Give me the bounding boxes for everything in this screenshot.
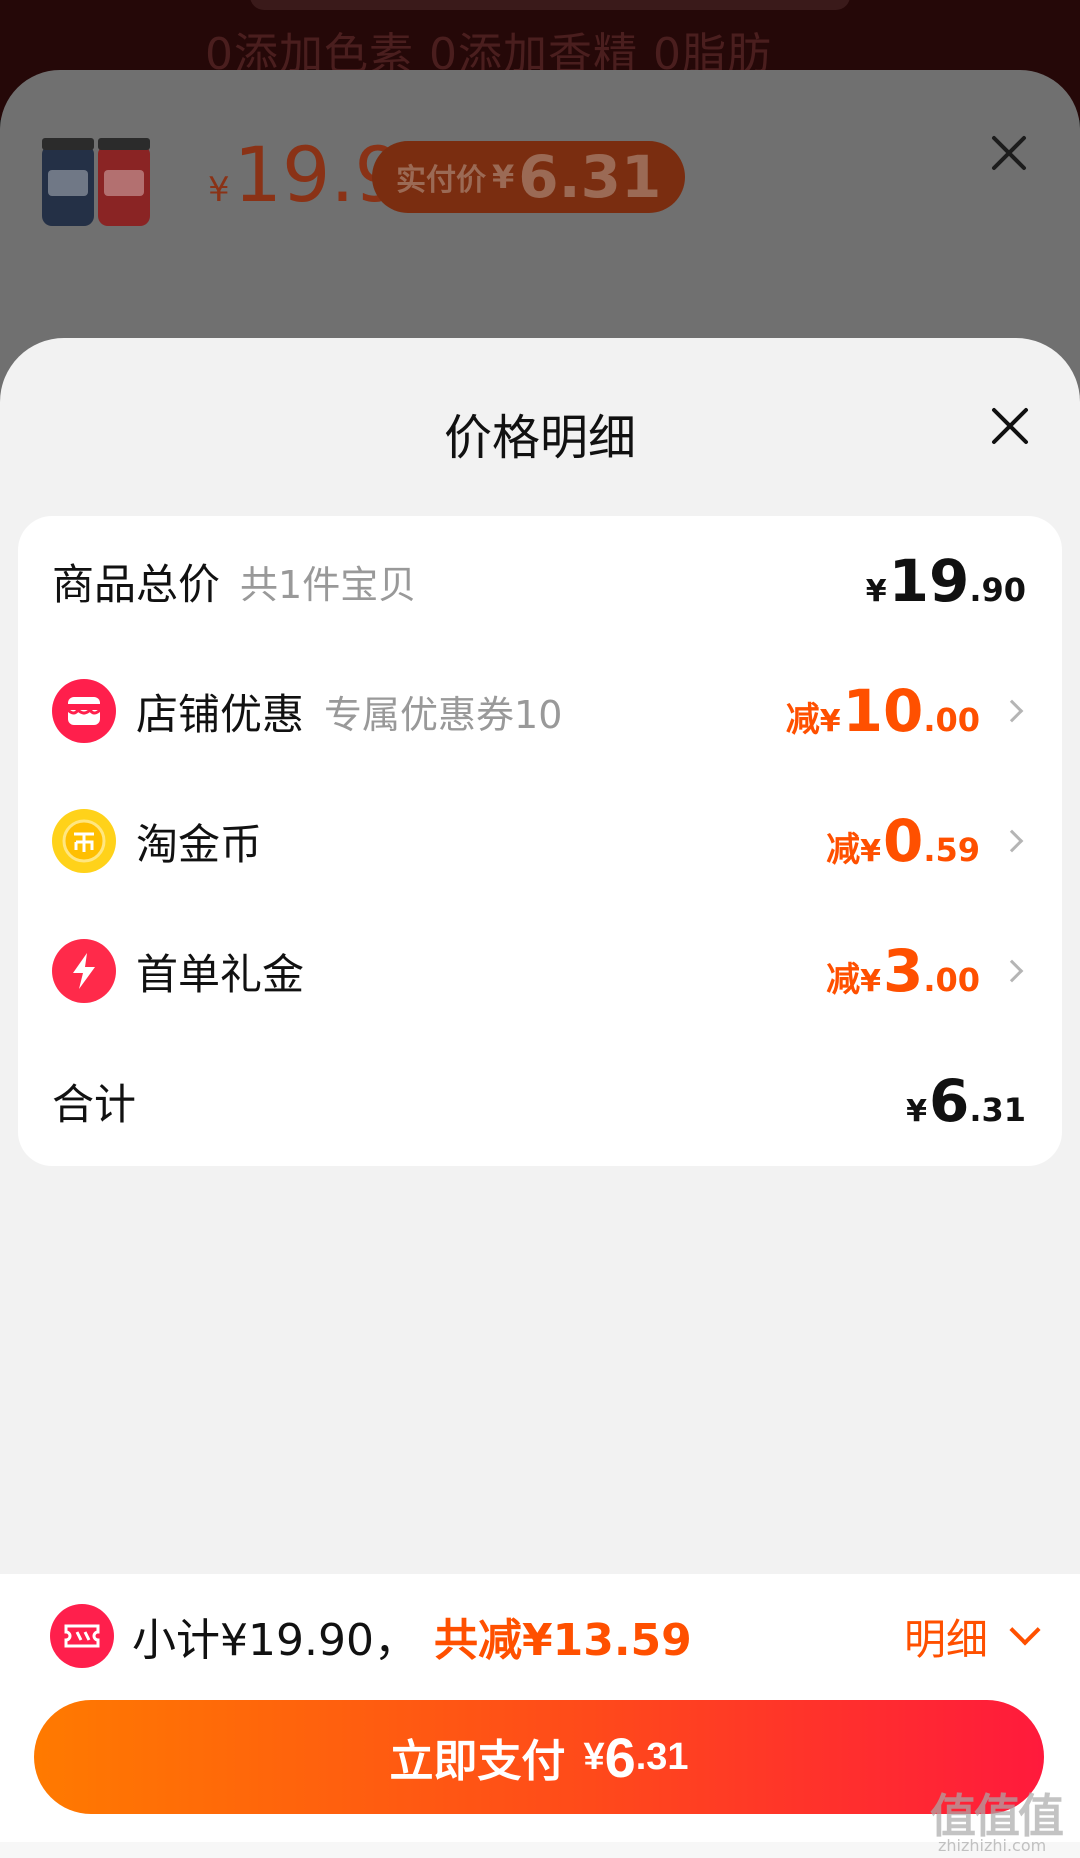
first-order-row[interactable]: 首单礼金 减 ¥ 3 .00 [18,906,1062,1036]
detail-toggle[interactable]: 明细 [903,1600,1041,1672]
total-discount-text: 共减¥13.59 [433,1615,692,1666]
total-price: ¥ 6 .31 [906,1067,1026,1135]
background-badge-strip [250,0,850,10]
close-detail-button[interactable] [984,400,1036,452]
close-icon [992,136,1026,170]
shop-discount-label: 店铺优惠 [136,689,305,739]
goods-count: 共1件宝贝 [240,562,417,607]
shop-discount-row[interactable]: 店铺优惠 专属优惠券10 减 ¥ 10 .00 [18,646,1062,776]
detail-toggle-label: 明细 [903,1614,988,1664]
first-order-label: 首单礼金 [136,949,305,999]
chevron-down-icon [1009,1614,1041,1646]
real-pay-label: 实付价 [396,163,486,198]
product-thumbnail [38,136,156,226]
total-label: 合计 [52,1079,137,1129]
close-product-sheet-button[interactable] [984,128,1034,178]
checkout-bottom-bar: 小计¥19.90， 共减¥13.59 明细 立即支付 ¥ 6 .31 [0,1574,1080,1858]
close-icon [992,408,1028,444]
bottom-edge [0,1842,1080,1858]
subtotal-text: 小计¥19.90， [132,1615,418,1666]
watermark-logo: 值值值 zhizhizhi.com [930,1789,1064,1855]
goods-total-row: 商品总价 共1件宝贝 ¥ 19 .90 [18,516,1062,646]
shop-coupon-desc: 专属优惠券10 [324,692,563,737]
real-pay-price: 6.31 [518,143,662,211]
sheet-title: 价格明细 [443,410,636,466]
goods-total-label: 商品总价 [52,559,221,609]
first-order-amount: 减 ¥ 3 .00 [826,937,980,1005]
coin-discount-row[interactable]: 淘金币 减 ¥ 0 .59 [18,776,1062,906]
pay-now-button[interactable]: 立即支付 ¥ 6 .31 [34,1700,1044,1814]
goods-total-price: ¥ 19 .90 [865,547,1026,615]
price-breakdown-card: 商品总价 共1件宝贝 ¥ 19 .90 店铺优惠 专属优惠券10 减 ¥ 10 … [18,516,1062,1166]
shop-icon [52,679,116,743]
checkout-page: 0添加色素 0添加香精 0脂肪 ¥ 19.9 实付价 ¥ 6.31 价格明细 商… [0,0,1080,1858]
chevron-right-icon [1000,699,1024,723]
coin-icon [52,809,116,873]
chevron-right-icon [1000,829,1024,853]
chevron-right-icon [1000,959,1024,983]
jar-red-image [98,138,150,226]
order-summary: 小计¥19.90， 共减¥13.59 [50,1600,692,1672]
real-pay-badge: 实付价 ¥ 6.31 [372,141,686,213]
coin-discount-amount: 减 ¥ 0 .59 [826,807,980,875]
jar-blue-image [42,138,94,226]
total-row: 合计 ¥ 6 .31 [18,1036,1062,1166]
coin-discount-label: 淘金币 [136,819,263,869]
lightning-icon [52,939,116,1003]
shop-discount-amount: 减 ¥ 10 .00 [785,677,980,745]
ticket-icon [50,1604,114,1668]
